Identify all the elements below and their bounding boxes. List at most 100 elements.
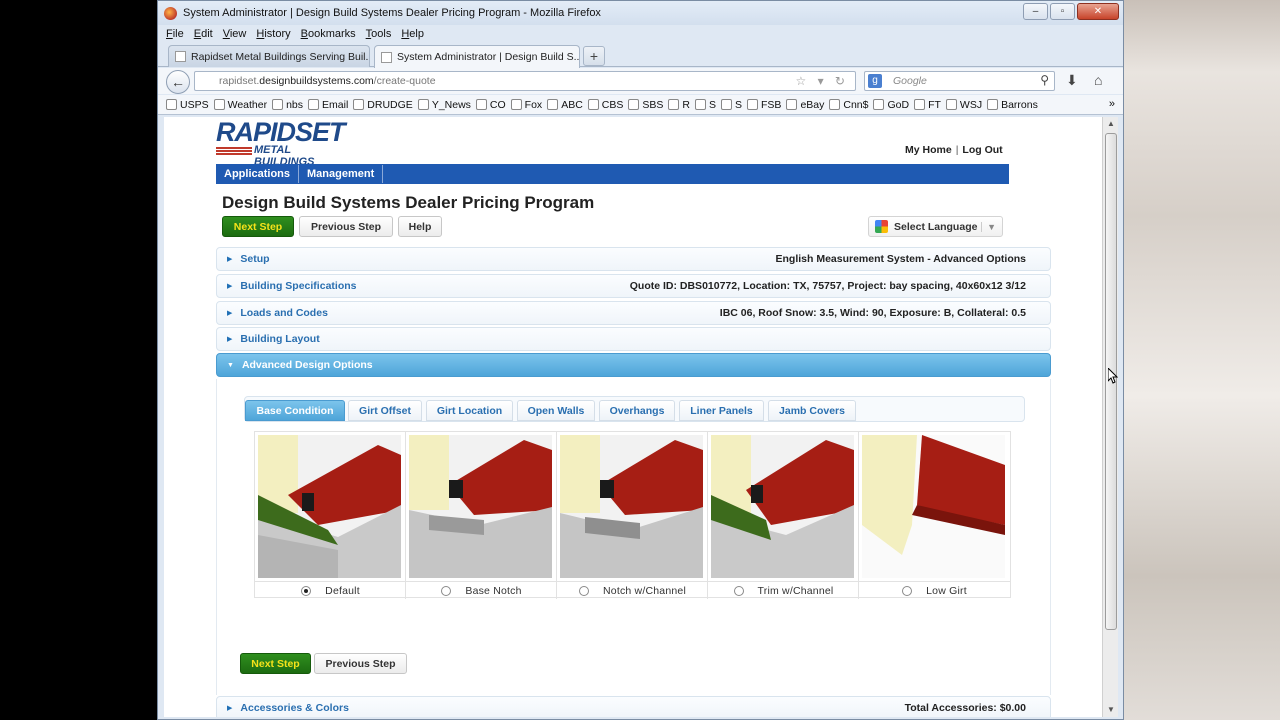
bookmark-label: Weather [227,98,268,111]
bookmark-item[interactable]: Barrons [987,99,1038,111]
tab-open-walls[interactable]: Open Walls [517,400,595,421]
bookmark-item[interactable]: GoD [873,99,909,111]
bookmark-label: nbs [286,98,304,111]
default-base-image [258,435,401,578]
radio-trim-channel[interactable] [733,585,744,596]
bookmark-icon [510,99,522,110]
scroll-down-icon[interactable]: ▼ [1103,703,1119,717]
option-default[interactable]: Default [255,432,406,599]
home-icon[interactable]: ⌂ [1094,72,1102,88]
accordion-accessories-colors[interactable]: ▶ Accessories & Colors Total Accessories… [216,696,1051,717]
tab-jamb-covers[interactable]: Jamb Covers [768,400,856,421]
menu-help[interactable]: Help [401,28,424,40]
bookmark-item[interactable]: WSJ [945,99,982,111]
bookmark-icon [353,99,365,110]
option-low-girt[interactable]: Low Girt [859,432,1010,599]
option-trim-channel[interactable]: Trim w/Channel [708,432,859,599]
google-icon[interactable]: g [868,74,882,88]
accordion-loads-and-codes[interactable]: ▶ Loads and Codes IBC 06, Roof Snow: 3.5… [216,301,1051,325]
bookmark-item[interactable]: Y_News [417,99,471,111]
log-out-link[interactable]: Log Out [962,144,1002,156]
bookmark-item[interactable]: Fox [510,98,543,111]
my-home-link[interactable]: My Home [905,144,952,156]
menu-bar: File Edit View History Bookmarks Tools H… [158,25,1123,43]
accordion-setup[interactable]: ▶ Setup English Measurement System - Adv… [216,247,1051,271]
tab-girt-location[interactable]: Girt Location [426,400,513,421]
tab-system-admin[interactable]: System Administrator | Design Build S...… [374,45,580,68]
option-label: Low Girt [926,584,967,597]
bookmark-item[interactable]: Email [308,99,348,111]
scroll-up-icon[interactable]: ▲ [1103,117,1119,131]
panel-next-step-button[interactable]: Next Step [240,653,311,674]
language-select[interactable]: Select Language ▼ [868,216,1003,237]
accordion-advanced-design-options[interactable]: ▼ Advanced Design Options [216,353,1051,377]
bookmark-icon [747,99,759,110]
bookmark-label: SBS [642,98,664,111]
downloads-icon[interactable]: ⬇ [1066,72,1078,89]
menu-file[interactable]: File [166,28,184,40]
option-tabs: Base Condition Girt Offset Girt Location… [244,396,1025,422]
bookmark-item[interactable]: eBay [786,99,824,111]
bookmarks-overflow-icon[interactable]: » [1109,98,1115,110]
tab-liner-panels[interactable]: Liner Panels [679,400,764,421]
bookmark-item[interactable]: S [694,99,716,111]
radio-low-girt[interactable] [902,585,913,596]
accordion-label: Building Specifications [240,280,357,292]
radio-default[interactable] [301,585,312,596]
bookmark-item[interactable]: DRUDGE [353,99,413,111]
tab-rapidset[interactable]: Rapidset Metal Buildings Serving Buil...… [168,45,370,67]
new-tab-button[interactable]: + [583,46,605,66]
menu-view[interactable]: View [223,28,247,40]
bookmark-star-icon[interactable]: ☆ ▾ ↻ [795,74,849,88]
bookmark-label: ABC [561,98,583,111]
search-placeholder: Google [893,75,927,87]
search-input[interactable]: g Google ⚲ [864,71,1055,91]
maximize-button[interactable]: ▫ [1050,3,1075,20]
bookmark-icon [987,99,999,110]
next-step-button[interactable]: Next Step [222,216,294,237]
bookmark-item[interactable]: USPS [166,99,209,111]
bookmark-item[interactable]: Cnn$ [829,99,868,111]
nav-applications[interactable]: Applications [216,165,300,183]
help-button[interactable]: Help [398,216,442,237]
search-icon[interactable]: ⚲ [1040,73,1049,87]
window-title: System Administrator | Design Build Syst… [183,7,601,19]
option-base-notch[interactable]: Base Notch [406,432,557,599]
bookmark-item[interactable]: FSB [747,99,781,111]
radio-base-notch[interactable] [441,585,452,596]
bookmark-item[interactable]: CO [475,99,506,111]
back-button-icon[interactable]: ← [166,70,190,94]
menu-history[interactable]: History [256,28,290,40]
previous-step-button[interactable]: Previous Step [299,216,393,237]
close-button[interactable]: ✕ [1077,3,1119,20]
bookmark-label: Fox [524,98,543,111]
bookmark-item[interactable]: S [721,99,742,111]
panel-previous-step-button[interactable]: Previous Step [314,653,407,674]
tab-label: System Administrator | Design Build S... [397,51,580,63]
vertical-scrollbar[interactable]: ▲ ▼ [1102,117,1118,717]
menu-tools[interactable]: Tools [366,28,392,40]
rapidset-logo[interactable]: RAPIDSET METAL BUILDINGS [216,119,351,168]
bookmark-item[interactable]: R [668,99,690,111]
bookmark-item[interactable]: SBS [628,99,663,111]
minimize-button[interactable]: – [1023,3,1048,20]
radio-notch-channel[interactable] [579,585,590,596]
bookmark-item[interactable]: Weather [213,98,268,111]
tab-base-condition[interactable]: Base Condition [245,400,345,421]
tab-girt-offset[interactable]: Girt Offset [348,400,422,421]
bookmark-label: Cnn$ [843,98,869,111]
accordion-building-layout[interactable]: ▶ Building Layout [216,327,1051,351]
bookmark-item[interactable]: FT [914,99,941,111]
bookmark-item[interactable]: nbs [272,99,303,111]
bookmark-label: FSB [761,98,782,111]
accordion-building-specifications[interactable]: ▶ Building Specifications Quote ID: DBS0… [216,274,1051,298]
menu-bookmarks[interactable]: Bookmarks [301,28,356,40]
nav-management[interactable]: Management [299,165,384,183]
bookmark-icon [308,99,320,110]
option-notch-channel[interactable]: Notch w/Channel [557,432,708,599]
address-bar[interactable]: rapidset. designbuildsystems.com/create-q… [194,71,856,91]
tab-overhangs[interactable]: Overhangs [599,400,675,421]
bookmark-item[interactable]: CBS [587,99,623,111]
bookmark-item[interactable]: ABC [547,99,583,111]
menu-edit[interactable]: Edit [194,28,213,40]
